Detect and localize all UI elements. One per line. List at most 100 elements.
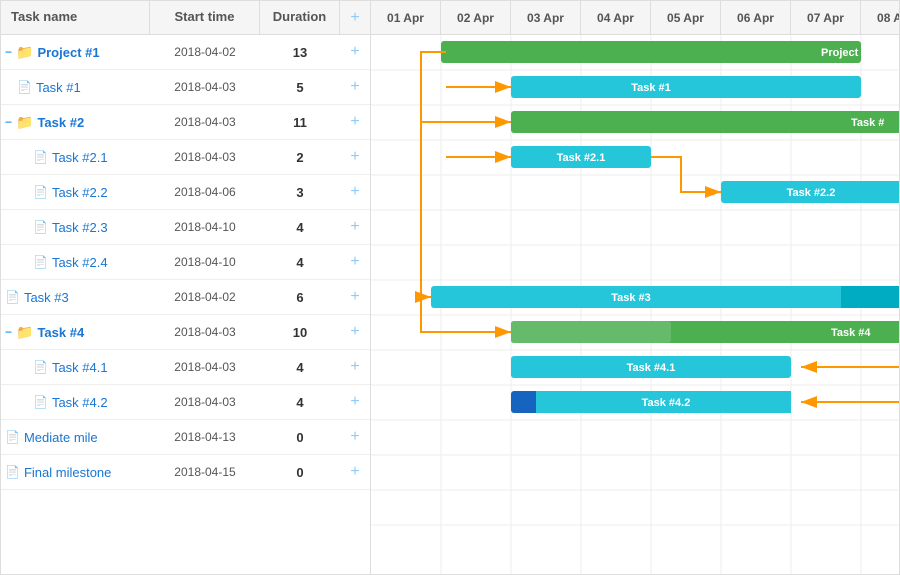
task-dur-cell: 0 — [260, 465, 340, 480]
task-link[interactable]: Project #1 — [37, 45, 99, 60]
left-header: Task name Start time Duration + — [1, 1, 370, 35]
task-start-cell: 2018-04-13 — [150, 430, 260, 444]
task-name-cell: 📄 Task #2.2 — [1, 185, 150, 200]
task-add-cell[interactable]: + — [340, 183, 370, 201]
task-link[interactable]: Task #2 — [37, 115, 84, 130]
task-dur-cell: 4 — [260, 220, 340, 235]
task-link[interactable]: Task #2.3 — [52, 220, 108, 235]
task-start-cell: 2018-04-03 — [150, 115, 260, 129]
task-add-cell[interactable]: + — [340, 148, 370, 166]
bar-proj1-label: Project — [821, 47, 859, 59]
task-dur-cell: 0 — [260, 430, 340, 445]
task-add-cell[interactable]: + — [340, 43, 370, 61]
task-add-cell[interactable]: + — [340, 323, 370, 341]
table-row: 📄 Task #3 2018-04-02 6 + — [1, 280, 370, 315]
task-start-cell: 2018-04-02 — [150, 45, 260, 59]
task-link[interactable]: Task #4 — [37, 325, 84, 340]
doc-icon: 📄 — [5, 465, 20, 479]
doc-icon: 📄 — [33, 220, 48, 234]
task-link[interactable]: Task #2.1 — [52, 150, 108, 165]
task-name-cell: 📄 Task #3 — [1, 290, 150, 305]
bar-task1-label: Task #1 — [631, 82, 671, 94]
task-name-cell: 📄 Final milestone — [1, 465, 150, 480]
task-link[interactable]: Task #4.2 — [52, 395, 108, 410]
task-link[interactable]: Task #1 — [36, 80, 81, 95]
task-start-cell: 2018-04-10 — [150, 220, 260, 234]
date-col-07apr: 07 Apr — [791, 1, 861, 34]
bar-task1 — [511, 76, 861, 98]
task-link[interactable]: Task #4.1 — [52, 360, 108, 375]
task-add-cell[interactable]: + — [340, 463, 370, 481]
task-start-cell: 2018-04-03 — [150, 360, 260, 374]
collapse-icon[interactable]: − — [5, 45, 12, 59]
doc-icon: 📄 — [33, 255, 48, 269]
bar-task42-label: Task #4.2 — [642, 397, 691, 409]
task-dur-cell: 11 — [260, 115, 340, 130]
task-add-cell[interactable]: + — [340, 253, 370, 271]
task-start-cell: 2018-04-03 — [150, 395, 260, 409]
bar-task4-label: Task #4 — [831, 327, 871, 339]
task-dur-cell: 4 — [260, 395, 340, 410]
table-row: − 📁 Task #2 2018-04-03 11 + — [1, 105, 370, 140]
task-name-cell: − 📁 Project #1 — [1, 44, 150, 61]
task-add-cell[interactable]: + — [340, 78, 370, 96]
task-start-cell: 2018-04-02 — [150, 290, 260, 304]
task-dur-cell: 2 — [260, 150, 340, 165]
bar-task22-label: Task #2.2 — [787, 187, 836, 199]
task-dur-cell: 5 — [260, 80, 340, 95]
task-name-cell: 📄 Task #2.1 — [1, 150, 150, 165]
table-row: 📄 Task #2.1 2018-04-03 2 + — [1, 140, 370, 175]
task-name-cell: − 📁 Task #2 — [1, 114, 150, 131]
task-start-cell: 2018-04-03 — [150, 150, 260, 164]
date-col-02apr: 02 Apr — [441, 1, 511, 34]
collapse-icon[interactable]: − — [5, 115, 12, 129]
date-col-04apr: 04 Apr — [581, 1, 651, 34]
task-dur-cell: 10 — [260, 325, 340, 340]
col-start-header: Start time — [150, 1, 260, 34]
task-add-cell[interactable]: + — [340, 218, 370, 236]
col-task-header: Task name — [1, 1, 150, 34]
task-dur-cell: 4 — [260, 360, 340, 375]
collapse-icon[interactable]: − — [5, 325, 12, 339]
gantt-header: 01 Apr 02 Apr 03 Apr 04 Apr 05 Apr 06 Ap… — [371, 1, 899, 35]
table-row: 📄 Task #4.2 2018-04-03 4 + — [1, 385, 370, 420]
task-start-cell: 2018-04-15 — [150, 465, 260, 479]
doc-icon: 📄 — [17, 80, 32, 94]
task-name-cell: 📄 Task #2.3 — [1, 220, 150, 235]
task-link[interactable]: Task #2.2 — [52, 185, 108, 200]
bar-task3-extra — [841, 286, 899, 308]
table-row: 📄 Task #4.1 2018-04-03 4 + — [1, 350, 370, 385]
task-name-cell: − 📁 Task #4 — [1, 324, 150, 341]
bar-task4-progress — [511, 321, 671, 343]
task-link[interactable]: Task #3 — [24, 290, 69, 305]
gantt-container: Task name Start time Duration + − 📁 Proj… — [0, 0, 900, 575]
task-name-cell: 📄 Task #4.2 — [1, 395, 150, 410]
task-name-cell: 📄 Mediate mile — [1, 430, 150, 445]
task-link[interactable]: Mediate mile — [24, 430, 98, 445]
task-link[interactable]: Final milestone — [24, 465, 111, 480]
folder-icon: 📁 — [16, 324, 33, 341]
date-col-08apr: 08 Apr — [861, 1, 899, 34]
left-panel: Task name Start time Duration + − 📁 Proj… — [1, 1, 371, 574]
task-add-cell[interactable]: + — [340, 428, 370, 446]
task-name-cell: 📄 Task #1 — [1, 80, 150, 95]
bar-task41-label: Task #4.1 — [627, 362, 676, 374]
task-name-cell: 📄 Task #2.4 — [1, 255, 150, 270]
table-row: 📄 Final milestone 2018-04-15 0 + — [1, 455, 370, 490]
task-add-cell[interactable]: + — [340, 393, 370, 411]
task-start-cell: 2018-04-06 — [150, 185, 260, 199]
col-add-header[interactable]: + — [340, 1, 370, 34]
task-add-cell[interactable]: + — [340, 113, 370, 131]
task-add-cell[interactable]: + — [340, 358, 370, 376]
date-col-03apr: 03 Apr — [511, 1, 581, 34]
table-row: 📄 Mediate mile 2018-04-13 0 + — [1, 420, 370, 455]
task-dur-cell: 13 — [260, 45, 340, 60]
task-dur-cell: 4 — [260, 255, 340, 270]
gantt-svg: Project Task #1 Task # Task #2.1 Task #2… — [371, 35, 899, 574]
doc-icon: 📄 — [5, 290, 20, 304]
task-link[interactable]: Task #2.4 — [52, 255, 108, 270]
bar-task3-label: Task #3 — [611, 292, 651, 304]
task-add-cell[interactable]: + — [340, 288, 370, 306]
task-name-cell: 📄 Task #4.1 — [1, 360, 150, 375]
table-row: − 📁 Project #1 2018-04-02 13 + — [1, 35, 370, 70]
